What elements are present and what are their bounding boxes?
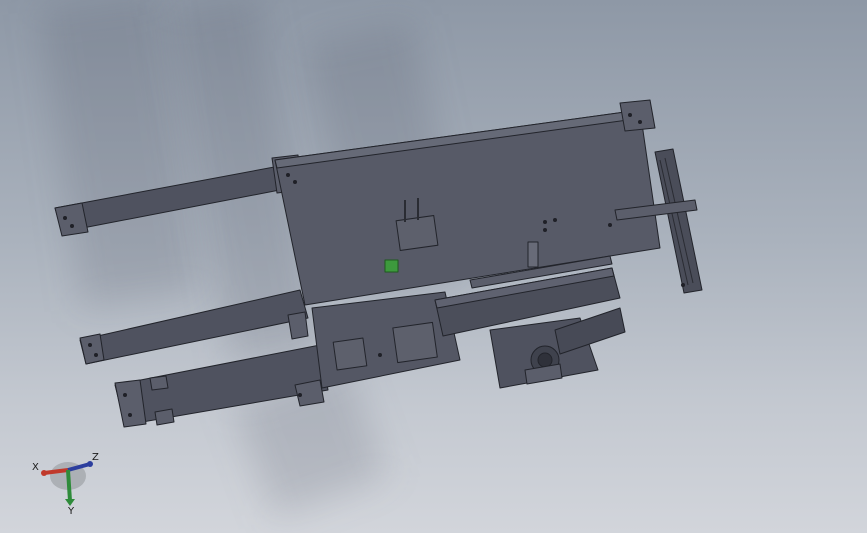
x-axis-label: X [32,462,39,473]
mechanical-assembly-model[interactable] [0,0,867,533]
lower-body-block [294,291,461,407]
cad-3d-viewport[interactable]: X Z Y [0,0,867,533]
selected-component-highlight[interactable] [384,259,399,273]
y-axis-arrow [66,469,72,502]
z-axis-label: Z [92,452,99,463]
y-axis-label: Y [67,506,75,516]
x-axis-tip [41,470,47,476]
middle-arm-bar [79,289,309,365]
coordinate-axes-triad: X Z Y [32,452,99,516]
y-axis-tip [65,499,75,506]
upper-arm-bar [54,154,303,237]
